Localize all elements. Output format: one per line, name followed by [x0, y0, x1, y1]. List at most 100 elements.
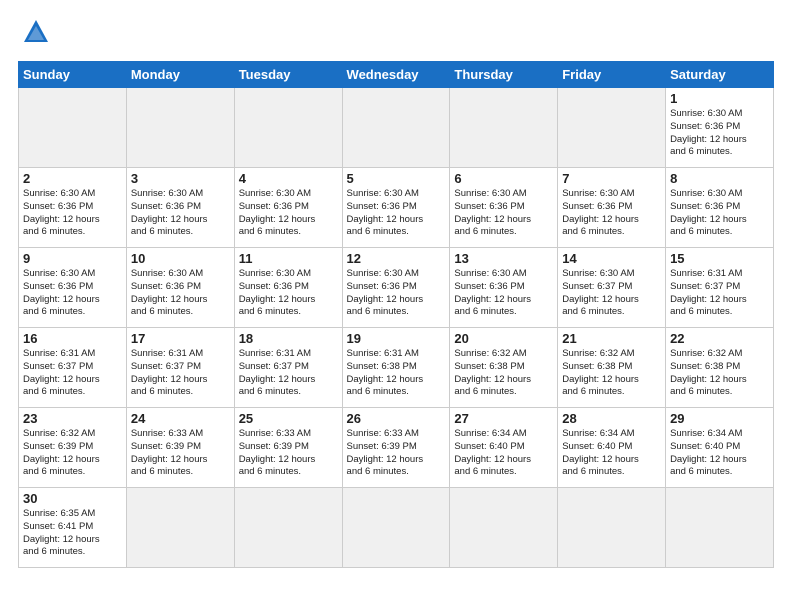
day-number: 9	[23, 251, 122, 266]
day-number: 16	[23, 331, 122, 346]
day-cell	[558, 88, 666, 168]
day-info: Sunrise: 6:30 AM Sunset: 6:36 PM Dayligh…	[239, 188, 338, 239]
day-info: Sunrise: 6:30 AM Sunset: 6:36 PM Dayligh…	[131, 268, 230, 319]
logo	[18, 18, 52, 51]
day-info: Sunrise: 6:30 AM Sunset: 6:36 PM Dayligh…	[347, 268, 446, 319]
day-number: 24	[131, 411, 230, 426]
day-info: Sunrise: 6:30 AM Sunset: 6:36 PM Dayligh…	[670, 108, 769, 159]
day-info: Sunrise: 6:30 AM Sunset: 6:36 PM Dayligh…	[454, 188, 553, 239]
day-number: 2	[23, 171, 122, 186]
week-row-5: 23Sunrise: 6:32 AM Sunset: 6:39 PM Dayli…	[19, 408, 774, 488]
day-info: Sunrise: 6:30 AM Sunset: 6:36 PM Dayligh…	[670, 188, 769, 239]
day-cell: 19 Sunrise: 6:31 AM Sunset: 6:38 PM Dayli…	[342, 328, 450, 408]
day-cell: 1 Sunrise: 6:30 AM Sunset: 6:36 PM Daylig…	[666, 88, 774, 168]
day-cell	[234, 88, 342, 168]
day-cell: 12Sunrise: 6:30 AM Sunset: 6:36 PM Dayli…	[342, 248, 450, 328]
weekday-header-wednesday: Wednesday	[342, 62, 450, 88]
week-row-2: 2 Sunrise: 6:30 AM Sunset: 6:36 PM Daylig…	[19, 168, 774, 248]
day-cell: 14 Sunrise: 6:30 AM Sunset: 6:37 PM Dayli…	[558, 248, 666, 328]
day-info: Sunrise: 6:30 AM Sunset: 6:36 PM Dayligh…	[562, 188, 661, 239]
day-number: 8	[670, 171, 769, 186]
day-cell: 11Sunrise: 6:30 AM Sunset: 6:36 PM Dayli…	[234, 248, 342, 328]
day-cell: 15 Sunrise: 6:31 AM Sunset: 6:37 PM Dayli…	[666, 248, 774, 328]
day-info: Sunrise: 6:31 AM Sunset: 6:37 PM Dayligh…	[670, 268, 769, 319]
day-cell: 25Sunrise: 6:33 AM Sunset: 6:39 PM Dayli…	[234, 408, 342, 488]
day-cell: 5 Sunrise: 6:30 AM Sunset: 6:36 PM Daylig…	[342, 168, 450, 248]
day-cell: 21 Sunrise: 6:32 AM Sunset: 6:38 PM Dayli…	[558, 328, 666, 408]
day-cell: 22Sunrise: 6:32 AM Sunset: 6:38 PM Dayli…	[666, 328, 774, 408]
day-info: Sunrise: 6:32 AM Sunset: 6:38 PM Dayligh…	[562, 348, 661, 399]
day-cell: 24Sunrise: 6:33 AM Sunset: 6:39 PM Dayli…	[126, 408, 234, 488]
header	[18, 18, 774, 51]
day-number: 4	[239, 171, 338, 186]
day-cell: 8 Sunrise: 6:30 AM Sunset: 6:36 PM Daylig…	[666, 168, 774, 248]
day-info: Sunrise: 6:30 AM Sunset: 6:36 PM Dayligh…	[23, 188, 122, 239]
day-number: 18	[239, 331, 338, 346]
day-number: 28	[562, 411, 661, 426]
logo-text	[18, 18, 52, 51]
day-number: 29	[670, 411, 769, 426]
day-number: 27	[454, 411, 553, 426]
day-number: 11	[239, 251, 338, 266]
weekday-header-friday: Friday	[558, 62, 666, 88]
weekday-header-row: SundayMondayTuesdayWednesdayThursdayFrid…	[19, 62, 774, 88]
day-cell: 18 Sunrise: 6:31 AM Sunset: 6:37 PM Dayli…	[234, 328, 342, 408]
day-number: 19	[347, 331, 446, 346]
week-row-3: 9 Sunrise: 6:30 AM Sunset: 6:36 PM Daylig…	[19, 248, 774, 328]
day-cell: 26Sunrise: 6:33 AM Sunset: 6:39 PM Dayli…	[342, 408, 450, 488]
day-cell	[558, 488, 666, 568]
day-cell	[126, 488, 234, 568]
day-cell: 17 Sunrise: 6:31 AM Sunset: 6:37 PM Dayli…	[126, 328, 234, 408]
day-cell	[450, 88, 558, 168]
weekday-header-monday: Monday	[126, 62, 234, 88]
weekday-header-saturday: Saturday	[666, 62, 774, 88]
weekday-header-thursday: Thursday	[450, 62, 558, 88]
day-info: Sunrise: 6:34 AM Sunset: 6:40 PM Dayligh…	[670, 428, 769, 479]
day-number: 21	[562, 331, 661, 346]
day-number: 25	[239, 411, 338, 426]
day-cell: 7 Sunrise: 6:30 AM Sunset: 6:36 PM Daylig…	[558, 168, 666, 248]
day-cell: 6Sunrise: 6:30 AM Sunset: 6:36 PM Daylig…	[450, 168, 558, 248]
day-cell: 27Sunrise: 6:34 AM Sunset: 6:40 PM Dayli…	[450, 408, 558, 488]
day-cell	[126, 88, 234, 168]
day-info: Sunrise: 6:32 AM Sunset: 6:38 PM Dayligh…	[670, 348, 769, 399]
logo-icon	[22, 18, 50, 51]
day-info: Sunrise: 6:30 AM Sunset: 6:36 PM Dayligh…	[347, 188, 446, 239]
day-number: 14	[562, 251, 661, 266]
day-info: Sunrise: 6:32 AM Sunset: 6:38 PM Dayligh…	[454, 348, 553, 399]
day-cell: 9Sunrise: 6:30 AM Sunset: 6:36 PM Daylig…	[19, 248, 127, 328]
week-row-4: 16 Sunrise: 6:31 AM Sunset: 6:37 PM Dayli…	[19, 328, 774, 408]
page: SundayMondayTuesdayWednesdayThursdayFrid…	[0, 0, 792, 578]
day-cell: 2 Sunrise: 6:30 AM Sunset: 6:36 PM Daylig…	[19, 168, 127, 248]
day-cell	[342, 88, 450, 168]
day-cell: 16Sunrise: 6:31 AM Sunset: 6:37 PM Dayli…	[19, 328, 127, 408]
day-number: 3	[131, 171, 230, 186]
day-info: Sunrise: 6:30 AM Sunset: 6:36 PM Dayligh…	[131, 188, 230, 239]
day-info: Sunrise: 6:34 AM Sunset: 6:40 PM Dayligh…	[562, 428, 661, 479]
day-cell	[19, 88, 127, 168]
day-number: 17	[131, 331, 230, 346]
day-info: Sunrise: 6:35 AM Sunset: 6:41 PM Dayligh…	[23, 508, 122, 559]
day-number: 15	[670, 251, 769, 266]
day-info: Sunrise: 6:30 AM Sunset: 6:36 PM Dayligh…	[454, 268, 553, 319]
day-number: 7	[562, 171, 661, 186]
day-number: 1	[670, 91, 769, 106]
day-info: Sunrise: 6:31 AM Sunset: 6:37 PM Dayligh…	[131, 348, 230, 399]
day-info: Sunrise: 6:32 AM Sunset: 6:39 PM Dayligh…	[23, 428, 122, 479]
day-cell: 30Sunrise: 6:35 AM Sunset: 6:41 PM Dayli…	[19, 488, 127, 568]
calendar: SundayMondayTuesdayWednesdayThursdayFrid…	[18, 61, 774, 568]
day-number: 5	[347, 171, 446, 186]
day-info: Sunrise: 6:31 AM Sunset: 6:38 PM Dayligh…	[347, 348, 446, 399]
day-number: 13	[454, 251, 553, 266]
day-cell: 23Sunrise: 6:32 AM Sunset: 6:39 PM Dayli…	[19, 408, 127, 488]
weekday-header-tuesday: Tuesday	[234, 62, 342, 88]
day-cell: 20Sunrise: 6:32 AM Sunset: 6:38 PM Dayli…	[450, 328, 558, 408]
day-info: Sunrise: 6:30 AM Sunset: 6:37 PM Dayligh…	[562, 268, 661, 319]
day-cell: 13 Sunrise: 6:30 AM Sunset: 6:36 PM Dayli…	[450, 248, 558, 328]
day-cell: 29 Sunrise: 6:34 AM Sunset: 6:40 PM Dayli…	[666, 408, 774, 488]
day-cell	[450, 488, 558, 568]
day-cell: 10Sunrise: 6:30 AM Sunset: 6:36 PM Dayli…	[126, 248, 234, 328]
day-cell	[342, 488, 450, 568]
weekday-header-sunday: Sunday	[19, 62, 127, 88]
day-info: Sunrise: 6:31 AM Sunset: 6:37 PM Dayligh…	[239, 348, 338, 399]
